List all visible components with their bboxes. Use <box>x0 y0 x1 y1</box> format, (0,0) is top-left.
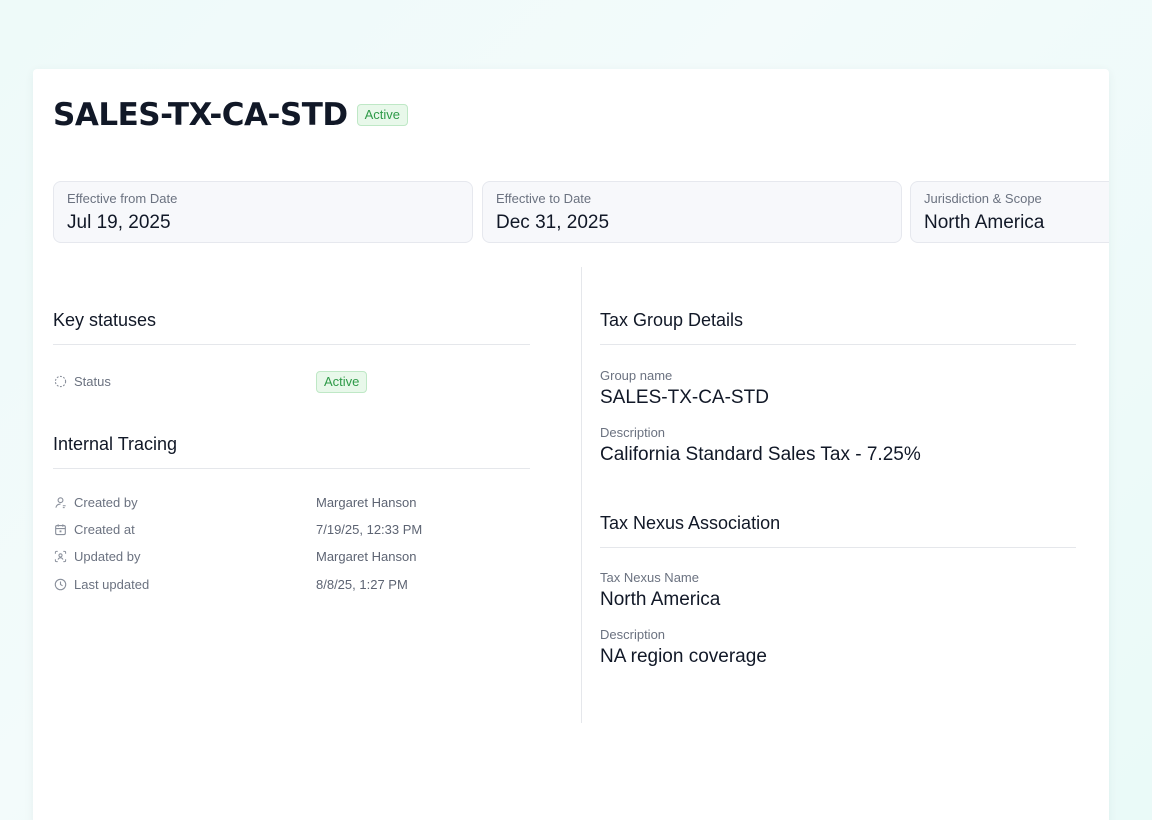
summary-cards: Effective from Date Jul 19, 2025 Effecti… <box>53 181 1109 243</box>
status-value-badge: Active <box>316 370 368 393</box>
effective-from-value: Jul 19, 2025 <box>67 212 171 233</box>
created-by-key: Created by <box>53 495 316 510</box>
updated-by-value: Margaret Hanson <box>316 549 417 564</box>
last-updated-key: Last updated <box>53 577 316 592</box>
tax-group-title: Tax Group Details <box>600 309 1076 345</box>
effective-to-card: Effective to Date Dec 31, 2025 <box>482 181 902 243</box>
updated-by-key: Updated by <box>53 549 316 564</box>
tracing-list: Created by Margaret Hanson Created at 7/… <box>53 489 530 599</box>
status-label: Status <box>74 374 111 389</box>
effective-to-value: Dec 31, 2025 <box>496 212 610 233</box>
nexus-description-value: NA region coverage <box>600 646 767 667</box>
group-description-value: California Standard Sales Tax - 7.25% <box>600 444 921 465</box>
right-column: Tax Group Details Group name SALES-TX-CA… <box>600 309 1076 669</box>
calendar-icon <box>53 523 67 537</box>
column-divider <box>581 267 582 723</box>
last-updated-label: Last updated <box>74 577 150 592</box>
tracing-row-created-at: Created at 7/19/25, 12:33 PM <box>53 516 530 543</box>
user-scan-icon <box>53 550 67 564</box>
group-description-label: Description <box>600 425 666 440</box>
left-column: Key statuses Status Active Internal Trac… <box>53 309 530 599</box>
created-at-value: 7/19/25, 12:33 PM <box>316 522 423 537</box>
effective-from-card: Effective from Date Jul 19, 2025 <box>53 181 473 243</box>
group-name-value: SALES-TX-CA-STD <box>600 387 769 408</box>
jurisdiction-value: North America <box>924 212 1045 233</box>
group-name-label: Group name <box>600 368 673 383</box>
status-badge: Active <box>356 104 408 126</box>
nexus-name-field: Tax Nexus Name North America <box>600 570 1076 612</box>
jurisdiction-label: Jurisdiction & Scope <box>924 191 1042 206</box>
effective-to-label: Effective to Date <box>496 191 592 206</box>
nexus-name-label: Tax Nexus Name <box>600 570 699 585</box>
nexus-description-field: Description NA region coverage <box>600 627 1076 669</box>
created-by-label: Created by <box>74 495 138 510</box>
internal-tracing-title: Internal Tracing <box>53 433 530 469</box>
detail-card: SALES-TX-CA-STD Active Effective from Da… <box>33 69 1109 820</box>
effective-from-label: Effective from Date <box>67 191 178 206</box>
dashed-circle-icon <box>53 375 67 389</box>
created-by-value: Margaret Hanson <box>316 495 417 510</box>
created-at-label: Created at <box>74 522 135 537</box>
title-row: SALES-TX-CA-STD Active <box>53 97 408 133</box>
clock-icon <box>53 578 67 592</box>
tracing-row-last-updated: Last updated 8/8/25, 1:27 PM <box>53 570 530 599</box>
tracing-row-updated-by: Updated by Margaret Hanson <box>53 543 530 570</box>
jurisdiction-card: Jurisdiction & Scope North America <box>910 181 1109 243</box>
key-statuses-title: Key statuses <box>53 309 530 345</box>
tracing-row-created-by: Created by Margaret Hanson <box>53 489 530 516</box>
created-at-key: Created at <box>53 522 316 537</box>
status-key: Status <box>53 374 316 389</box>
user-icon <box>53 496 67 510</box>
group-name-field: Group name SALES-TX-CA-STD <box>600 368 1076 410</box>
nexus-description-label: Description <box>600 627 666 642</box>
status-row: Status Active <box>53 368 530 395</box>
tax-nexus-title: Tax Nexus Association <box>600 512 1076 548</box>
page-title: SALES-TX-CA-STD <box>53 97 348 133</box>
last-updated-value: 8/8/25, 1:27 PM <box>316 577 408 592</box>
group-description-field: Description California Standard Sales Ta… <box>600 425 1076 467</box>
updated-by-label: Updated by <box>74 549 141 564</box>
nexus-name-value: North America <box>600 589 721 610</box>
